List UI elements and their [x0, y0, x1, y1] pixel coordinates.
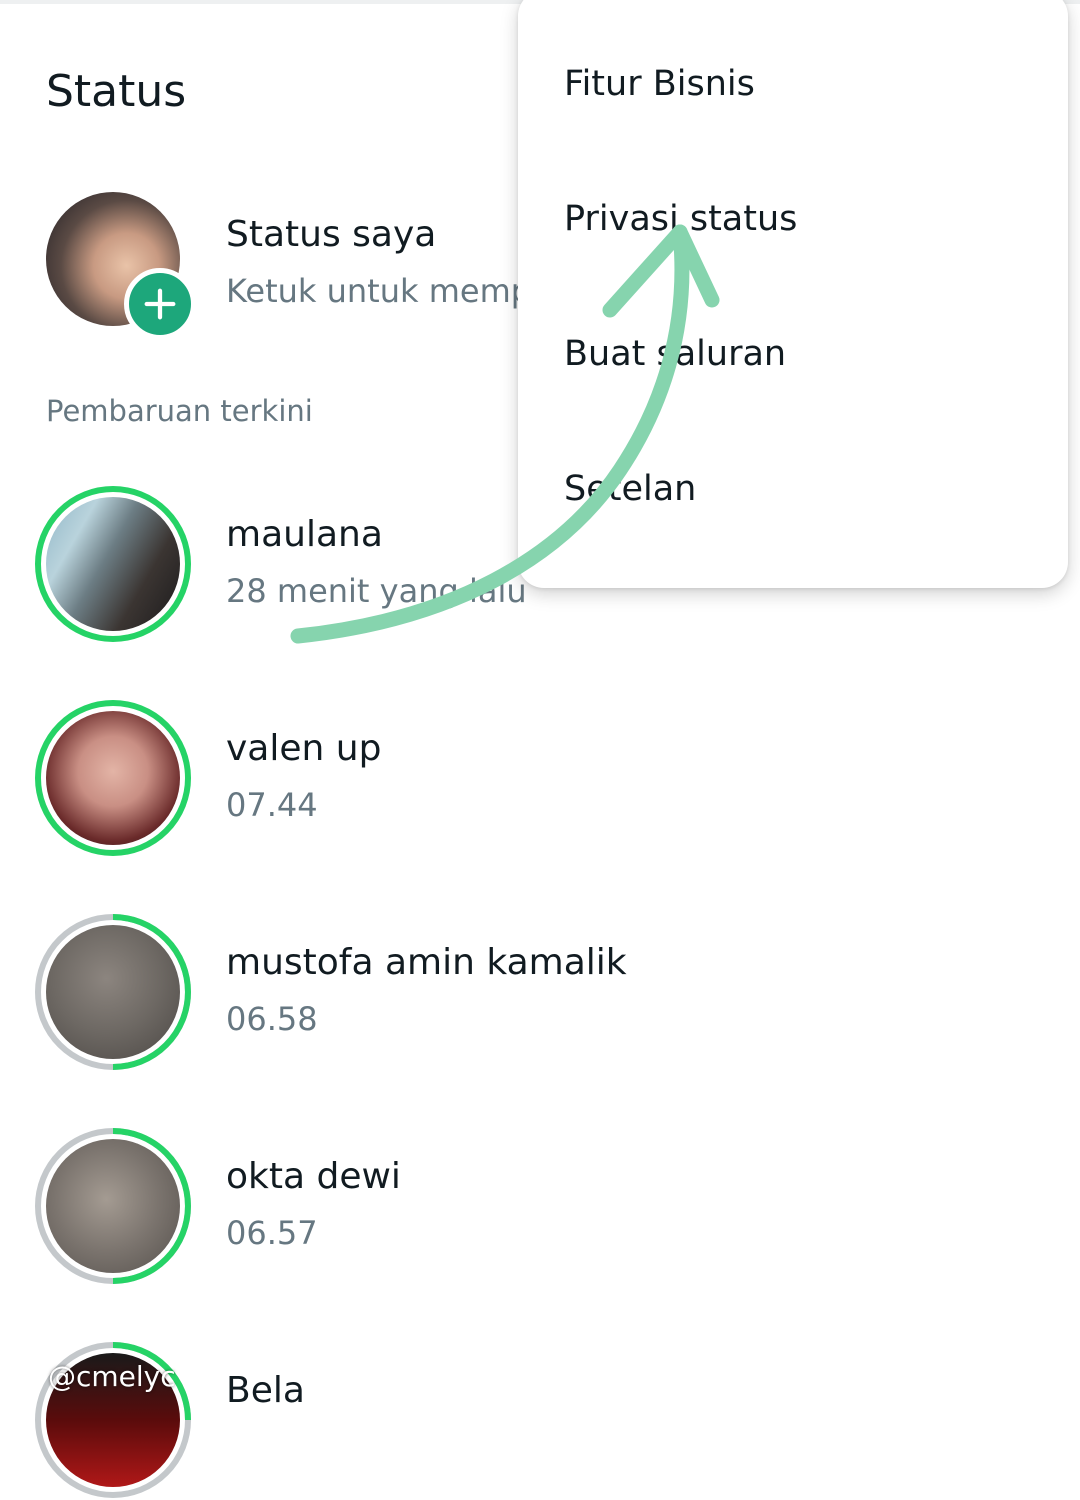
contact-name: mustofa amin kamalik	[226, 942, 627, 983]
page-title: Status	[46, 66, 187, 117]
avatar	[46, 925, 180, 1059]
contact-name: valen up	[226, 728, 382, 769]
contact-time: 06.57	[226, 1214, 318, 1252]
status-row-okta[interactable]: okta dewi 06.57	[0, 1126, 1080, 1286]
overflow-menu: Fitur Bisnis Privasi status Buat saluran…	[518, 0, 1068, 588]
menu-item-buat-saluran[interactable]: Buat saluran	[564, 334, 786, 374]
avatar	[46, 1139, 180, 1273]
status-ring	[33, 484, 193, 644]
status-row-mustofa[interactable]: mustofa amin kamalik 06.58	[0, 912, 1080, 1072]
menu-item-privasi-status[interactable]: Privasi status	[564, 199, 797, 239]
my-status-subtitle: Ketuk untuk memp	[226, 272, 532, 310]
add-status-icon[interactable]	[124, 268, 196, 340]
contact-time: 07.44	[226, 786, 318, 824]
status-row-valen[interactable]: valen up 07.44	[0, 698, 1080, 858]
avatar	[46, 497, 180, 631]
status-ring	[33, 1126, 193, 1286]
my-status-name: Status saya	[226, 214, 437, 255]
status-ring	[33, 698, 193, 858]
menu-item-fitur-bisnis[interactable]: Fitur Bisnis	[564, 64, 755, 104]
contact-time: 28 menit yang lalu	[226, 572, 527, 610]
contact-name: Bela	[226, 1370, 305, 1411]
contact-name: maulana	[226, 514, 383, 555]
contact-name: okta dewi	[226, 1156, 401, 1197]
contact-time: 06.58	[226, 1000, 318, 1038]
recent-updates-label: Pembaruan terkini	[46, 394, 313, 428]
avatar	[46, 711, 180, 845]
watermark: @cmelyc	[48, 1360, 176, 1393]
status-ring	[33, 912, 193, 1072]
menu-item-setelan[interactable]: Setelan	[564, 469, 696, 509]
